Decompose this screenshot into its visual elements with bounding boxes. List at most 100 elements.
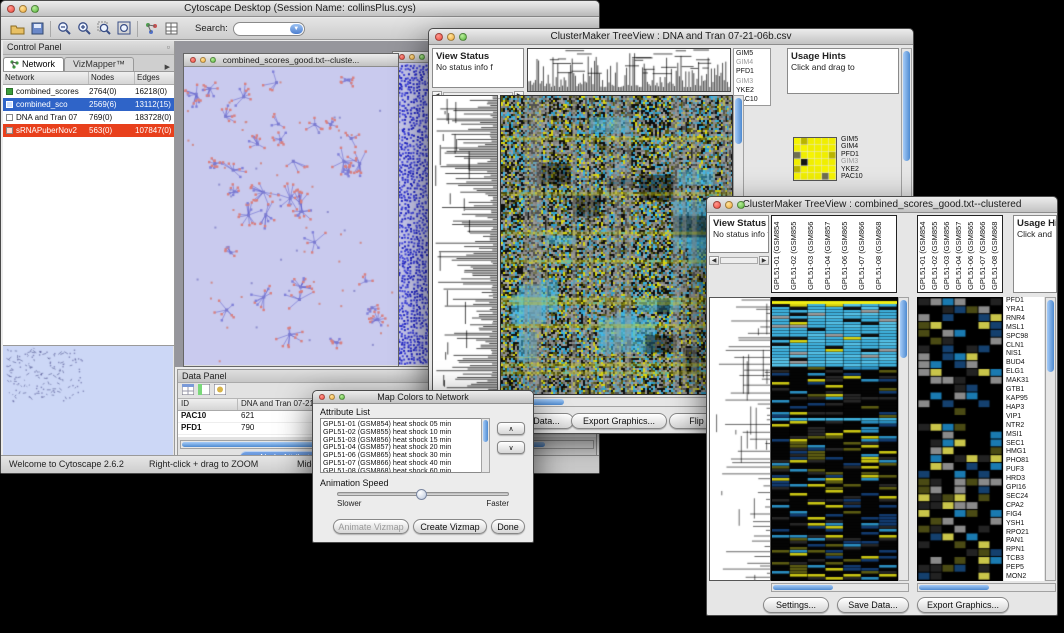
save-data-button[interactable]: Save Data... (837, 597, 909, 613)
gene-label[interactable]: KAP95 (1006, 395, 1044, 404)
settings-button[interactable]: Settings... (763, 597, 829, 613)
search-input[interactable]: ▼ (233, 22, 305, 36)
zoom-button[interactable] (737, 201, 745, 209)
gene-label[interactable]: YKE2 (736, 86, 770, 95)
network-tree-row[interactable]: DNA and Tran 07 769(0) 183728(0) (3, 111, 174, 124)
tab-vizmapper[interactable]: VizMapper™ (64, 57, 134, 71)
slider-knob[interactable] (416, 489, 427, 500)
gene-label[interactable]: SEC1 (1006, 440, 1044, 449)
column-header-label[interactable]: GPL51-07 (GSM866 (857, 216, 874, 292)
animate-vizmap-button[interactable]: Animate Vizmap (333, 519, 409, 534)
attribute-item[interactable]: GPL51-06 (GSM865) heat shock 30 min (323, 451, 487, 459)
gene-label[interactable]: GIM3 (736, 77, 770, 86)
gene-label[interactable]: PFD1 (736, 67, 770, 76)
move-down-button[interactable]: ∨ (497, 441, 525, 454)
heatmap-v-scrollbar[interactable] (898, 297, 909, 581)
close-button[interactable] (399, 54, 405, 60)
column-header-label[interactable]: GPL51-04 (GSM857 (823, 216, 840, 292)
gene-label[interactable]: MON2 (1006, 573, 1044, 581)
main-title-bar[interactable]: Cytoscape Desktop (Session Name: collins… (1, 1, 599, 17)
gene-label[interactable]: FIG4 (1006, 511, 1044, 520)
attribute-item[interactable]: GPL51-04 (GSM857) heat shock 20 min (323, 443, 487, 451)
network-tree-row[interactable]: combined_scores 2764(0) 16218(0) (3, 85, 174, 98)
heatmap-h-scrollbar[interactable] (500, 397, 733, 407)
animation-speed-slider[interactable] (337, 492, 509, 496)
minimize-button[interactable] (329, 394, 335, 400)
attribute-item[interactable]: GPL51-07 (GSM866) heat shock 40 min (323, 459, 487, 467)
gene-label[interactable]: GPI16 (1006, 484, 1044, 493)
zoom-button[interactable] (31, 5, 39, 13)
gene-label[interactable]: RNR4 (1006, 315, 1044, 324)
gene-label[interactable]: PFD1 (1006, 297, 1044, 306)
table-icon[interactable] (182, 382, 194, 400)
map-colors-title-bar[interactable]: Map Colors to Network (313, 391, 533, 404)
column-header-label[interactable]: GPL51-01 (GSM854 (918, 216, 930, 292)
export-graphics-button[interactable]: Export Graphics... (917, 597, 1009, 613)
zoom-h-scrollbar[interactable] (917, 583, 1056, 592)
row-dendrogram[interactable] (709, 297, 771, 581)
zoom-selected-icon[interactable] (94, 20, 114, 38)
gene-label[interactable]: PEP5 (1006, 564, 1044, 573)
zoom-button[interactable] (459, 33, 467, 41)
gene-label[interactable]: PHO81 (1006, 457, 1044, 466)
gene-label[interactable]: CLN1 (1006, 342, 1044, 351)
gene-label[interactable]: MSI1 (1006, 431, 1044, 440)
network-tree-row[interactable]: sRNAPuberNov2 563(0) 107847(0) (3, 124, 174, 137)
import-table-icon[interactable] (214, 382, 226, 400)
minimize-button[interactable] (19, 5, 27, 13)
zoom-out-icon[interactable] (54, 20, 74, 38)
gene-label[interactable]: RPN1 (1006, 546, 1044, 555)
move-up-button[interactable]: ∧ (497, 422, 525, 435)
gene-label[interactable]: GIM4 (736, 58, 770, 67)
zoom-button[interactable] (339, 394, 345, 400)
attribute-list[interactable]: GPL51-01 (GSM854) heat shock 05 minGPL51… (320, 418, 490, 473)
zoom-button[interactable] (419, 54, 425, 60)
gene-label[interactable]: SEC24 (1006, 493, 1044, 502)
minimize-button[interactable] (447, 33, 455, 41)
column-dendrogram[interactable] (527, 48, 731, 92)
attribute-item[interactable]: GPL51-03 (GSM856) heat shock 15 min (323, 436, 487, 444)
gene-label[interactable]: YRA1 (1006, 306, 1044, 315)
tab-overflow-arrow[interactable]: ▶ (161, 63, 174, 71)
gene-label[interactable]: NIS1 (1006, 350, 1044, 359)
gene-label[interactable]: PAN1 (1006, 537, 1044, 546)
heatmap[interactable] (500, 95, 733, 395)
treeview2-title-bar[interactable]: ClusterMaker TreeView : combined_scores_… (707, 197, 1057, 213)
attribute-list-scrollbar[interactable] (481, 418, 490, 473)
gene-label[interactable]: HMG1 (1006, 448, 1044, 457)
attribute-item[interactable]: GPL51-02 (GSM855) heat shock 10 min (323, 428, 487, 436)
search-dropdown-icon[interactable]: ▼ (290, 24, 303, 34)
gene-label[interactable]: HAP3 (1006, 404, 1044, 413)
zoom-button[interactable] (210, 57, 216, 63)
select-attributes-icon[interactable] (198, 382, 210, 400)
save-session-icon[interactable] (27, 20, 47, 38)
minimize-button[interactable] (200, 57, 206, 63)
export-graphics-button[interactable]: Export Graphics... (571, 413, 667, 429)
network-view-title-bar[interactable]: combined_scores_good.txt--cluste... (184, 54, 398, 67)
column-header-label[interactable]: GPL51-03 (GSM856 (942, 216, 954, 292)
column-header-label[interactable]: GPL51-03 (GSM856 (806, 216, 823, 292)
gene-label[interactable]: RPO21 (1006, 529, 1044, 538)
heatmap-h-scrollbar[interactable] (771, 583, 909, 592)
column-header-label[interactable]: GPL51-06 (GSM865 (966, 216, 978, 292)
column-header-label[interactable]: GPL51-08 (GSM868 (990, 216, 1002, 292)
gene-label[interactable]: MAK31 (1006, 377, 1044, 386)
heatmap[interactable] (771, 297, 898, 581)
network-tree-row[interactable]: combined_sco 2569(6) 13112(15) (3, 98, 174, 111)
tab-network[interactable]: Network (3, 57, 64, 71)
scroll-left-icon[interactable]: ◀ (709, 256, 719, 265)
correlation-matrix[interactable] (793, 137, 837, 181)
column-header-label[interactable]: GPL51-06 (GSM865 (840, 216, 857, 292)
column-header-label[interactable]: GPL51-02 (GSM855 (789, 216, 806, 292)
treeview1-right-scrollbar[interactable] (901, 48, 912, 208)
close-button[interactable] (190, 57, 196, 63)
scroll-right-icon[interactable]: ▶ (759, 256, 769, 265)
treeview1-title-bar[interactable]: ClusterMaker TreeView : DNA and Tran 07-… (429, 29, 913, 45)
attribute-item[interactable]: GPL51-08 (GSM868) heat shock 60 min (323, 467, 487, 473)
treeview2-nav-controls[interactable]: ◀▶ (709, 255, 769, 265)
column-header-label[interactable]: GPL51-01 (GSM854 (772, 216, 789, 292)
grid-icon[interactable] (161, 20, 181, 38)
gene-list-scrollbar[interactable] (1045, 297, 1056, 581)
annotation-icon[interactable] (141, 20, 161, 38)
create-vizmap-button[interactable]: Create Vizmap (413, 519, 487, 534)
